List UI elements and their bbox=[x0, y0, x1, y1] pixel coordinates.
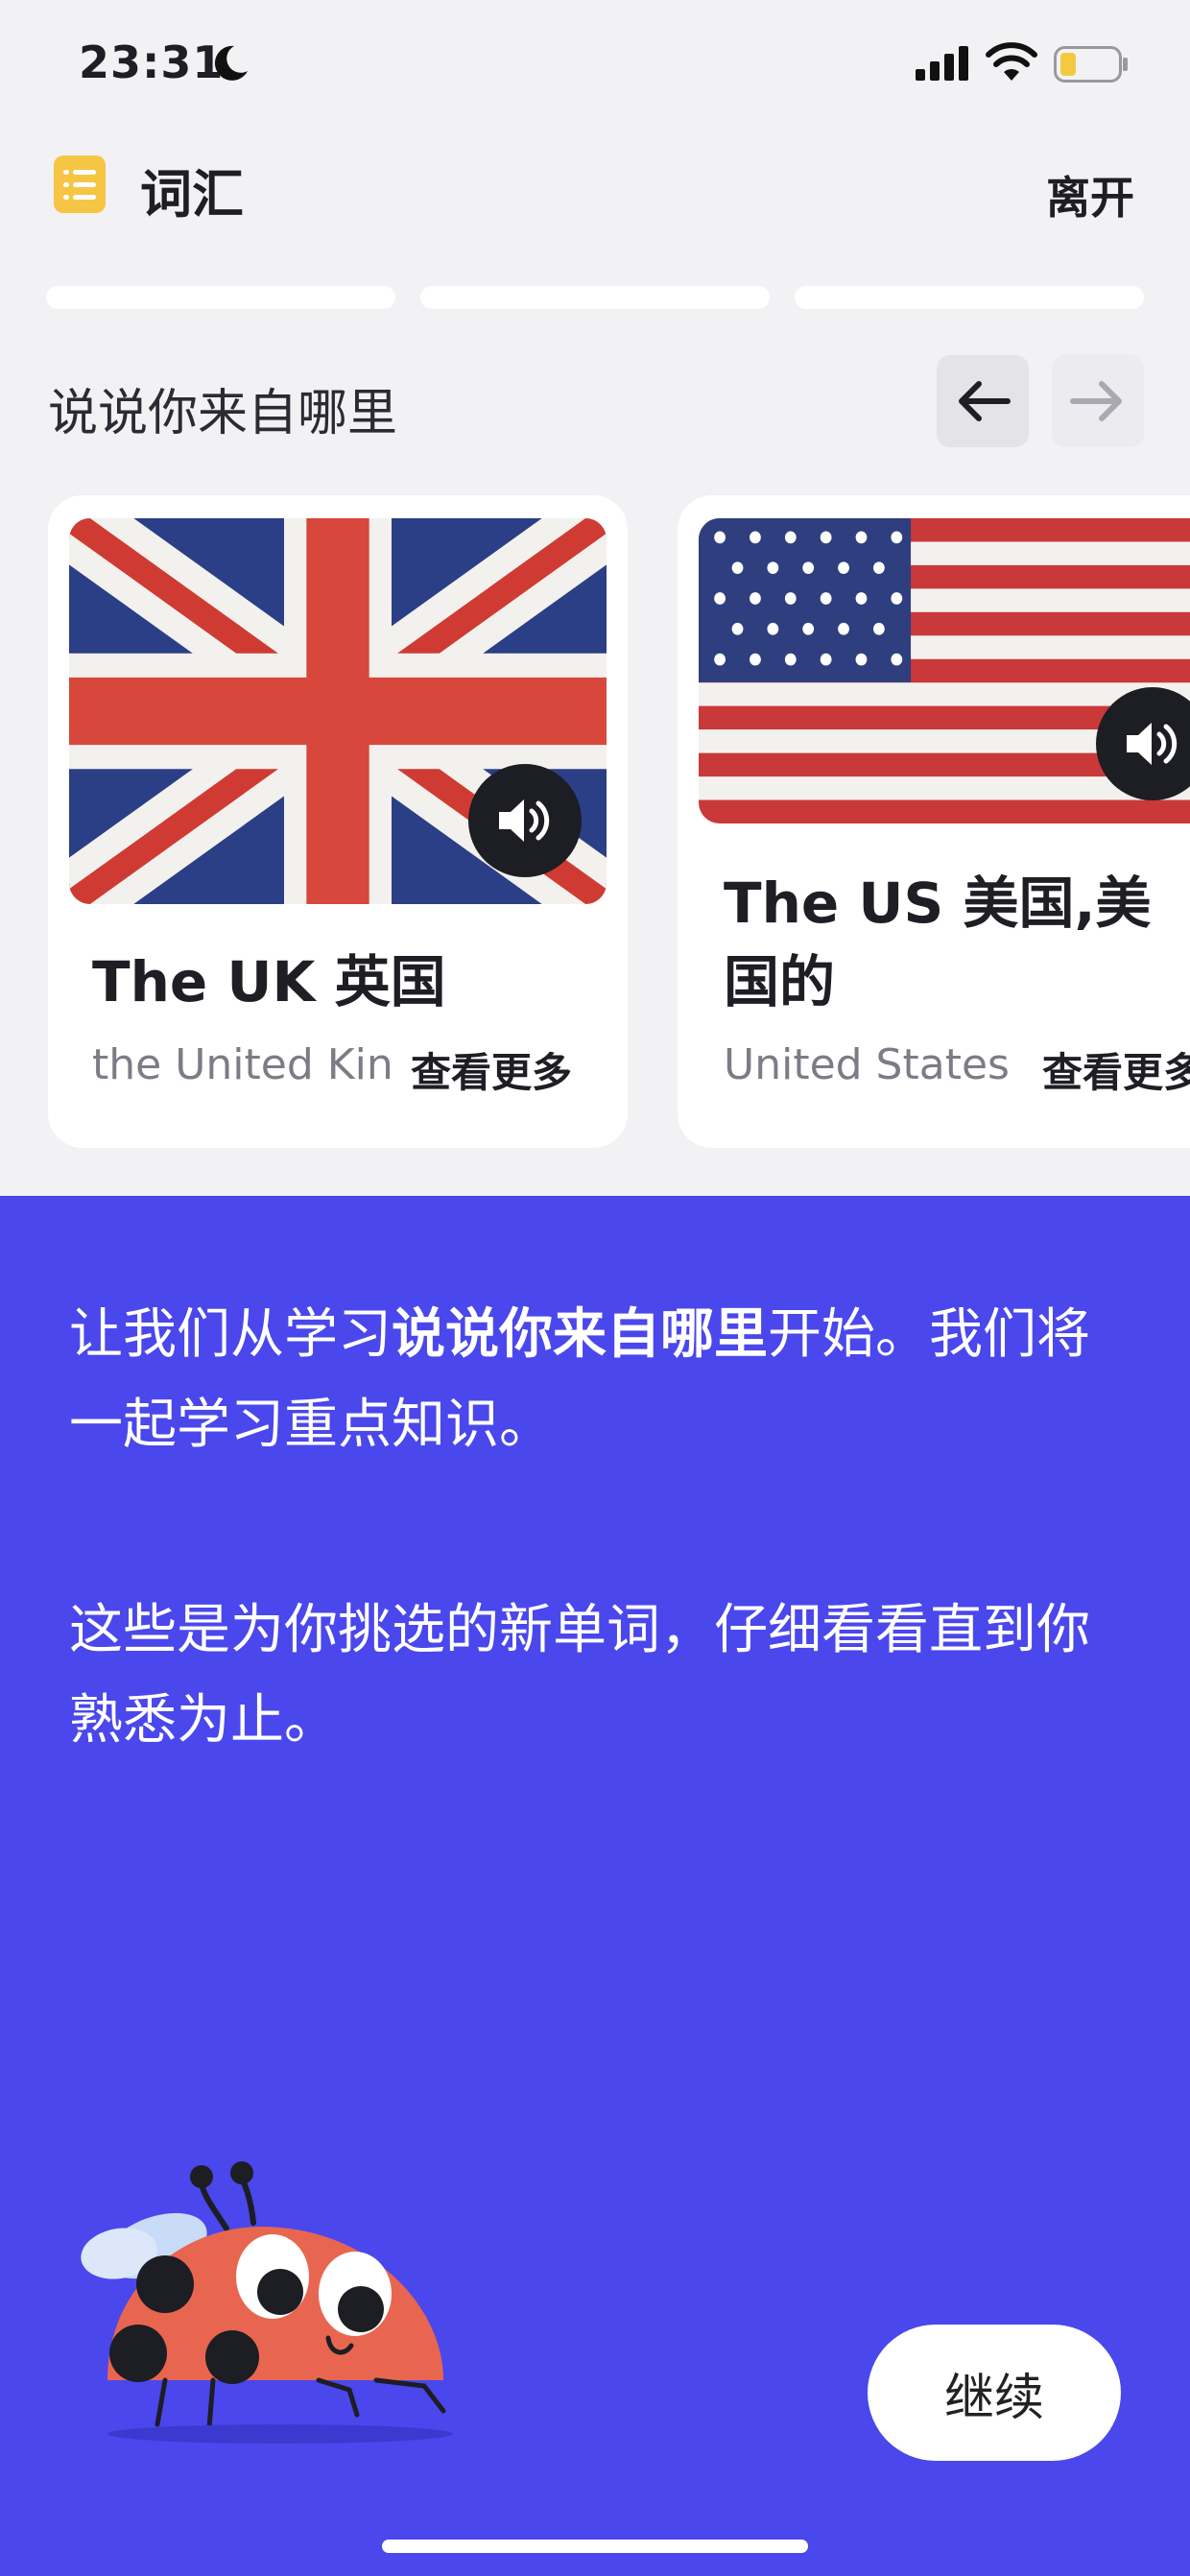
card-word: The UK 英国 bbox=[92, 949, 446, 1014]
arrow-left-icon bbox=[959, 381, 1011, 421]
ladybug-mascot bbox=[81, 2161, 453, 2444]
intro-paragraph-1: 让我们从学习说说你来自哪里开始。我们将一起学习重点知识。 bbox=[69, 1290, 1134, 1470]
intro-text-start: 让我们从学习 bbox=[69, 1303, 392, 1366]
speaker-icon bbox=[499, 799, 550, 842]
arrow-right-icon bbox=[1070, 381, 1122, 421]
card-word: The US 美国,美国的 bbox=[724, 871, 1152, 1014]
progress-segment-1 bbox=[46, 286, 395, 309]
next-card-button[interactable] bbox=[1052, 355, 1144, 447]
section-title: 说说你来自哪里 bbox=[48, 385, 398, 442]
continue-button[interactable]: 继续 bbox=[868, 2325, 1121, 2461]
intro-paragraph-2: 这些是为你挑选的新单词，仔细看看直到你熟悉为止。 bbox=[69, 1599, 1090, 1752]
see-more-link[interactable]: 查看更多 bbox=[405, 1040, 573, 1099]
vocab-card-us[interactable]: The US 美国,美国的 United States 查看更多 bbox=[678, 495, 1190, 1148]
progress-segment-2 bbox=[420, 286, 770, 309]
battery-icon bbox=[1054, 46, 1128, 83]
moon-icon bbox=[214, 45, 248, 81]
see-more-link[interactable]: 查看更多 bbox=[1036, 1040, 1190, 1099]
card-subtitle: United States bbox=[724, 1040, 1010, 1089]
previous-card-button[interactable] bbox=[937, 355, 1029, 447]
intro-topic-highlight: 说说你来自哪里 bbox=[392, 1303, 768, 1366]
leave-button[interactable]: 离开 bbox=[1046, 163, 1134, 227]
cellular-signal-icon bbox=[916, 46, 968, 81]
home-indicator bbox=[382, 2540, 808, 2553]
status-time: 23:31 bbox=[79, 36, 225, 88]
speaker-icon bbox=[1127, 723, 1178, 765]
progress-segment-3 bbox=[795, 286, 1144, 309]
vocab-card-uk[interactable]: The UK 英国 the United Kin 查看更多 bbox=[48, 495, 628, 1148]
page-title: 词汇 bbox=[140, 164, 244, 225]
wifi-icon bbox=[986, 42, 1037, 81]
vocabulary-list-icon bbox=[54, 155, 106, 213]
play-audio-button[interactable] bbox=[468, 764, 582, 877]
card-subtitle: the United Kin bbox=[92, 1040, 393, 1089]
